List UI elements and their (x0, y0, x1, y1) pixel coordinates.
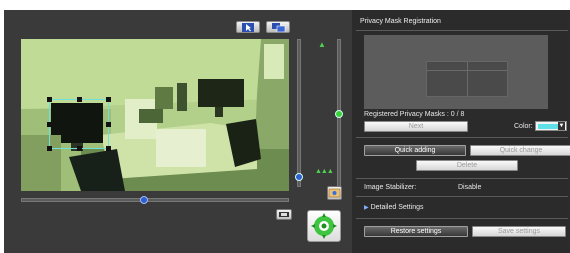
next-button[interactable]: Next (364, 121, 468, 132)
panel-title: Privacy Mask Registration (360, 18, 441, 25)
display-toggle-button[interactable] (276, 209, 292, 220)
settings-panel: Privacy Mask Registration Registered Pri… (352, 10, 570, 253)
save-settings-button[interactable]: Save settings (472, 226, 566, 237)
mask-resize-handle[interactable] (47, 146, 52, 151)
registered-masks-count: Registered Privacy Masks : 0 / 8 (364, 111, 465, 118)
focus-slider[interactable] (295, 39, 303, 187)
screen-swap-button[interactable] (266, 21, 290, 33)
detailed-settings-label: Detailed Settings (370, 204, 424, 211)
restore-settings-button[interactable]: Restore settings (364, 226, 468, 237)
mask-resize-handle[interactable] (106, 122, 111, 127)
video-panel: ▲ ▲▲▲ (4, 10, 352, 253)
cursor-icon (242, 23, 254, 32)
chevron-down-icon: ▼ (558, 122, 565, 130)
horizontal-slider[interactable] (21, 196, 289, 204)
delete-button[interactable]: Delete (416, 160, 518, 171)
horizontal-slider-thumb[interactable] (140, 196, 148, 204)
mask-resize-handle[interactable] (47, 97, 52, 102)
quick-adding-button[interactable]: Quick adding (364, 145, 466, 156)
camera-video[interactable] (21, 39, 289, 191)
mask-resize-handle[interactable] (77, 146, 82, 151)
mask-resize-handle[interactable] (106, 146, 111, 151)
ptz-center-icon (311, 213, 337, 239)
display-toggle-icon (279, 212, 289, 217)
color-label: Color: (514, 123, 533, 130)
mask-resize-handle[interactable] (106, 97, 111, 102)
zoom-wide-icon[interactable]: ▲▲▲ (315, 168, 334, 176)
triangle-right-icon: ▶ (364, 205, 369, 211)
screen-swap-icon (272, 23, 286, 32)
cursor-button[interactable] (236, 21, 260, 33)
ptz-center-button[interactable] (307, 210, 341, 242)
snapshot-icon (328, 188, 341, 198)
divider (356, 178, 568, 179)
divider (356, 218, 568, 219)
quick-change-button[interactable]: Quick change (470, 145, 570, 156)
color-swatch (538, 124, 558, 129)
stabilizer-value: Disable (458, 184, 482, 191)
divider (356, 196, 568, 197)
snapshot-button[interactable] (327, 186, 342, 200)
privacy-mask-selection[interactable] (47, 97, 111, 151)
stabilizer-label: Image Stabilizer: (364, 184, 417, 191)
mask-resize-handle[interactable] (47, 122, 52, 127)
color-select[interactable]: ▼ (535, 121, 567, 131)
zoom-slider[interactable] (335, 39, 343, 187)
detailed-settings-toggle[interactable]: ▶ Detailed Settings (364, 204, 424, 211)
divider (356, 30, 568, 31)
privacy-mask-window: ▲ ▲▲▲ Privacy Mask Registration Register… (4, 10, 570, 253)
mask-preview-screen (426, 61, 508, 97)
divider (356, 137, 568, 138)
mask-preview (364, 35, 548, 109)
zoom-slider-thumb[interactable] (335, 110, 343, 118)
zoom-tele-icon[interactable]: ▲ (318, 41, 326, 49)
mask-resize-handle[interactable] (77, 97, 82, 102)
focus-slider-thumb[interactable] (295, 173, 303, 181)
